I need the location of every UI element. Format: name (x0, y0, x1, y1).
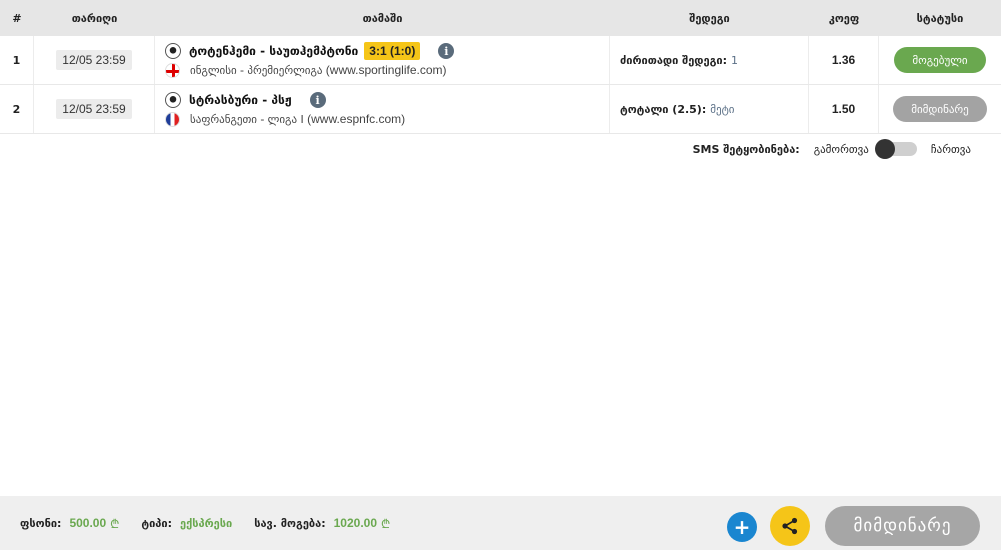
status-button-won[interactable]: მოგებული (894, 47, 986, 73)
game-cell: ტოტენჰემი - საუთჰემპტონი 3:1 (1:0) i ინგ… (155, 36, 610, 84)
sms-on-label[interactable]: ჩართვა (931, 143, 971, 156)
header-coef: კოეფ (828, 11, 860, 25)
row-number: 2 (0, 85, 34, 133)
stake-info: ფსონი: 500.00 ₾ (20, 515, 119, 532)
header-game: თამაში (362, 11, 403, 25)
status-cell: მიმდინარე (879, 85, 1001, 133)
result-value: მეტი (710, 102, 735, 116)
football-icon (165, 43, 181, 59)
toggle-knob (874, 139, 895, 159)
league-name: ლიგა I (267, 113, 304, 126)
stake-label: ფსონი: (20, 516, 62, 530)
bets-table: # თარიღი თამაში შედეგი კოეფ სტატუსი 1 12… (0, 0, 1001, 134)
game-title: ტოტენჰემი - საუთჰემპტონი (189, 44, 359, 58)
result-cell: ტოტალი (2.5): მეტი (610, 85, 809, 133)
status-button-pending[interactable]: მიმდინარე (893, 96, 987, 122)
league-source: (www.espnfc.com) (307, 112, 406, 126)
possible-win-info: სავ. მოგება: 1020.00 ₾ (254, 515, 390, 532)
football-icon (165, 92, 181, 108)
type-label: ტიპი: (141, 516, 172, 530)
lari-icon: ₾ (381, 516, 391, 531)
game-cell: სტრასბური - პსჟ i საფრანგეთი - ლიგა I (w… (155, 85, 610, 133)
info-icon[interactable]: i (309, 92, 326, 108)
league-name: პრემიერლიგა (247, 64, 323, 77)
table-row: 2 12/05 23:59 სტრასბური - პსჟ i საფრანგე… (0, 85, 1001, 134)
type-info: ტიპი: ექსპრესი (141, 517, 232, 530)
coef-value: 1.36 (809, 36, 879, 84)
lari-icon: ₾ (110, 516, 120, 531)
england-flag-icon (165, 62, 180, 78)
type-value: ექსპრესი (180, 516, 233, 530)
league-info[interactable]: საფრანგეთი - ლიგა I (www.espnfc.com) (190, 112, 405, 126)
header-num: # (12, 11, 22, 25)
result-cell: ძირითადი შედეგი: 1 (610, 36, 809, 84)
date-badge: 12/05 23:59 (56, 99, 132, 119)
possible-win-value: 1020.00 (333, 516, 378, 530)
sms-off-label[interactable]: გამორთვა (814, 143, 869, 156)
share-icon[interactable] (770, 506, 810, 546)
status-cell: მოგებული (879, 36, 1001, 84)
bet-status-button[interactable]: მიმდინარე (825, 506, 980, 546)
plus-icon[interactable]: + (727, 512, 757, 542)
date-cell: 12/05 23:59 (34, 36, 155, 84)
header-date: თარიღი (71, 11, 118, 25)
sms-label: SMS შეტყობინება: (692, 142, 800, 156)
result-label: ძირითადი შედეგი: (620, 53, 728, 67)
header-status: სტატუსი (916, 11, 964, 25)
possible-win-label: სავ. მოგება: (254, 516, 326, 530)
date-badge: 12/05 23:59 (56, 50, 132, 70)
league-source: (www.sportinglife.com) (325, 63, 447, 77)
stake-value: 500.00 (69, 516, 107, 530)
game-title: სტრასბური - პსჟ (189, 93, 292, 107)
info-icon[interactable]: i (438, 43, 455, 59)
sms-notification-bar: SMS შეტყობინება: გამორთვა ჩართვა (692, 139, 971, 159)
league-info[interactable]: ინგლისი - პრემიერლიგა (www.sportinglife.… (190, 63, 447, 77)
league-country: ინგლისი (190, 64, 237, 77)
result-label: ტოტალი (2.5): (620, 102, 707, 116)
table-header: # თარიღი თამაში შედეგი კოეფ სტატუსი (0, 0, 1001, 36)
row-number: 1 (0, 36, 34, 84)
sms-toggle[interactable] (874, 139, 917, 159)
header-result: შედეგი (689, 11, 730, 25)
league-country: საფრანგეთი (190, 113, 257, 126)
result-value: 1 (731, 53, 739, 67)
date-cell: 12/05 23:59 (34, 85, 155, 133)
coef-value: 1.50 (809, 85, 879, 133)
france-flag-icon (165, 111, 180, 127)
table-row: 1 12/05 23:59 ტოტენჰემი - საუთჰემპტონი 3… (0, 36, 1001, 85)
score-badge: 3:1 (1:0) (364, 42, 421, 60)
